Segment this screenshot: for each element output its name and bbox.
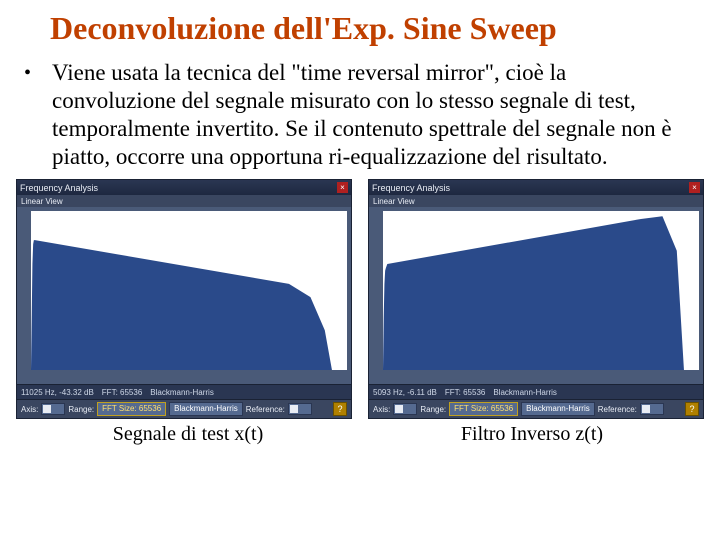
panel-toolbar: Axis: Range: FFT Size: 65536 Blackmann-H… [369,399,703,418]
fft-button[interactable]: FFT Size: 65536 [97,402,166,416]
status-cursor: 11025 Hz, -43.32 dB [21,388,94,397]
panel-titlebar: Frequency Analysis × [17,180,351,195]
spectrum-svg [383,211,699,370]
freq-analysis-panel-left: Frequency Analysis × Linear View 11025 H… [16,179,352,419]
panel-titlebar: Frequency Analysis × [369,180,703,195]
slide: Deconvoluzione dell'Exp. Sine Sweep • Vi… [0,0,720,540]
help-icon[interactable]: ? [333,402,347,416]
page-title: Deconvoluzione dell'Exp. Sine Sweep [0,0,720,51]
bullet-item: • Viene usata la tecnica del "time rever… [0,51,720,171]
caption-left: Segnale di test x(t) [16,423,360,446]
status-fft: FFT: 65536 [102,388,142,397]
axis-toggle[interactable] [41,403,65,415]
status-window: Blackmann-Harris [150,388,214,397]
y-axis [21,211,31,370]
spectrum-svg [31,211,347,370]
fft-button[interactable]: FFT Size: 65536 [449,402,518,416]
reference-label: Reference: [246,405,285,414]
bullet-marker: • [24,59,52,171]
caption-right: Filtro Inverso z(t) [360,423,704,446]
status-window: Blackmann-Harris [493,388,557,397]
panel-title: Frequency Analysis [372,183,450,193]
range-label: Range: [68,405,94,414]
freq-analysis-panel-right: Frequency Analysis × Linear View 5093 Hz… [368,179,704,419]
help-icon[interactable]: ? [685,402,699,416]
captions-row: Segnale di test x(t) Filtro Inverso z(t) [0,419,720,446]
spectrum-plot-right[interactable] [383,211,699,370]
x-axis [31,374,347,384]
panel-subtitle: Linear View [17,195,351,207]
plot-area [17,207,351,374]
reference-toggle[interactable] [288,403,312,415]
reference-label: Reference: [598,405,637,414]
axis-label: Axis: [21,405,38,414]
reference-toggle[interactable] [640,403,664,415]
window-select[interactable]: Blackmann-Harris [521,402,595,416]
status-fft: FFT: 65536 [445,388,485,397]
axis-label: Axis: [373,405,390,414]
panel-title: Frequency Analysis [20,183,98,193]
spectrum-plot-left[interactable] [31,211,347,370]
panel-status-bar: 5093 Hz, -6.11 dB FFT: 65536 Blackmann-H… [369,384,703,399]
window-select[interactable]: Blackmann-Harris [169,402,243,416]
chart-panels: Frequency Analysis × Linear View 11025 H… [0,171,720,419]
panel-subtitle: Linear View [369,195,703,207]
x-axis [383,374,699,384]
axis-toggle[interactable] [393,403,417,415]
range-label: Range: [420,405,446,414]
panel-status-bar: 11025 Hz, -43.32 dB FFT: 65536 Blackmann… [17,384,351,399]
plot-area [369,207,703,374]
status-cursor: 5093 Hz, -6.11 dB [373,388,437,397]
close-icon[interactable]: × [689,182,700,193]
y-axis [373,211,383,370]
close-icon[interactable]: × [337,182,348,193]
panel-toolbar: Axis: Range: FFT Size: 65536 Blackmann-H… [17,399,351,418]
bullet-text: Viene usata la tecnica del "time reversa… [52,59,680,171]
